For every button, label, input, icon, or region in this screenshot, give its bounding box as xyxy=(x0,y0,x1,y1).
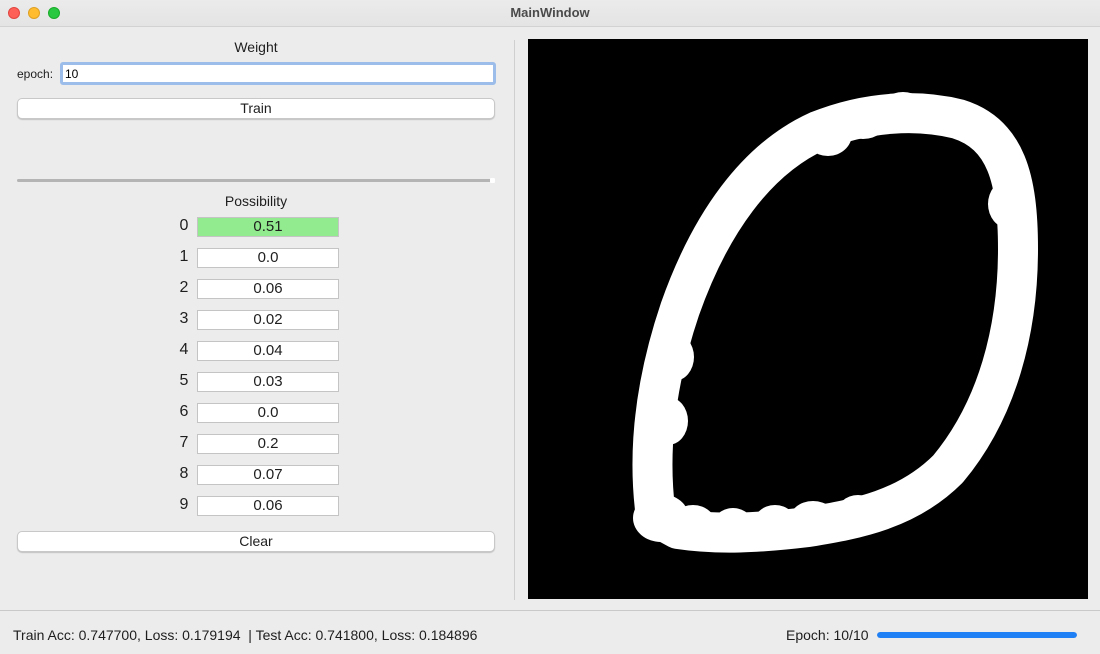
clear-button[interactable]: Clear xyxy=(17,531,495,552)
possibility-value: 0.03 xyxy=(197,372,339,392)
window-title: MainWindow xyxy=(510,5,590,20)
panel-divider xyxy=(514,40,515,600)
possibility-value: 0.51 xyxy=(197,217,339,237)
train-button[interactable]: Train xyxy=(17,98,495,119)
possibility-digit: 4 xyxy=(179,341,189,358)
possibility-digit: 9 xyxy=(179,496,189,513)
slider-handle[interactable] xyxy=(490,178,495,183)
possibility-digit: 3 xyxy=(179,310,189,327)
possibility-digit: 6 xyxy=(179,403,189,420)
epoch-progress-fill xyxy=(877,632,1077,638)
training-metrics: Train Acc: 0.747700, Loss: 0.179194 | Te… xyxy=(13,627,478,643)
possibility-digit: 7 xyxy=(179,434,189,451)
status-bar: Train Acc: 0.747700, Loss: 0.179194 | Te… xyxy=(0,610,1100,654)
epoch-status: Epoch: 10/10 xyxy=(786,627,869,643)
epoch-progress-bar xyxy=(877,632,1077,638)
epoch-label: epoch: xyxy=(17,67,54,81)
possibility-value: 0.0 xyxy=(197,248,339,268)
possibility-value: 0.2 xyxy=(197,434,339,454)
title-bar: MainWindow xyxy=(0,0,1100,27)
training-slider[interactable] xyxy=(17,179,495,182)
possibility-value: 0.04 xyxy=(197,341,339,361)
possibility-digit: 8 xyxy=(179,465,189,482)
weight-label: Weight xyxy=(234,39,278,55)
possibility-digit: 2 xyxy=(179,279,189,296)
possibility-label: Possibility xyxy=(224,193,288,209)
possibility-digit: 1 xyxy=(179,248,189,265)
possibility-value: 0.06 xyxy=(197,496,339,516)
possibility-value: 0.02 xyxy=(197,310,339,330)
possibility-value: 0.0 xyxy=(197,403,339,423)
drawing-canvas[interactable] xyxy=(528,39,1088,599)
possibility-value: 0.07 xyxy=(197,465,339,485)
possibility-value: 0.06 xyxy=(197,279,339,299)
epoch-input[interactable] xyxy=(60,62,496,85)
drawn-digit xyxy=(632,92,1038,553)
possibility-digit: 0 xyxy=(179,217,189,234)
possibility-digit: 5 xyxy=(179,372,189,389)
